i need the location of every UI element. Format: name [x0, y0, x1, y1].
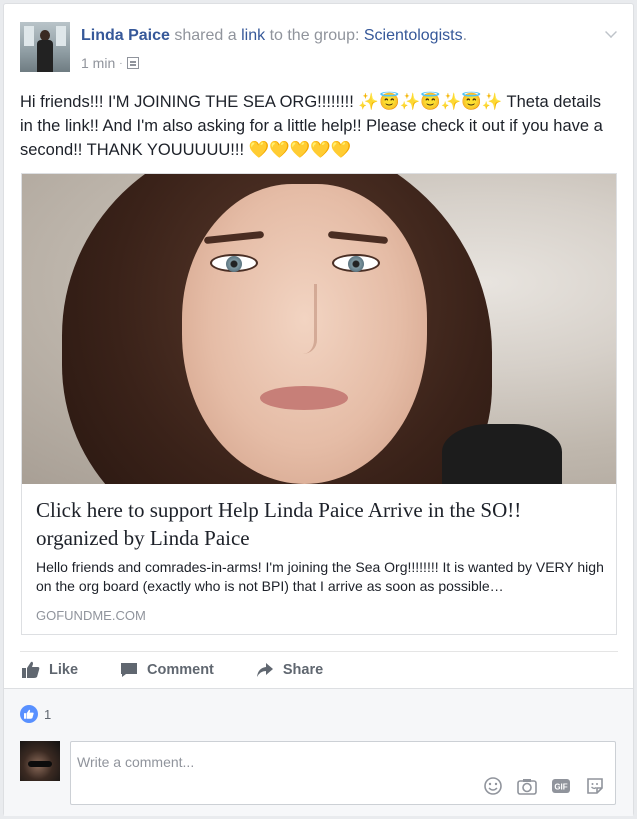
share-arrow-icon	[256, 662, 273, 677]
sticker-icon[interactable]	[585, 776, 605, 796]
post-card: Linda Paice shared a link to the group: …	[3, 3, 634, 816]
shared-text: shared a	[174, 27, 237, 44]
period: .	[462, 27, 468, 44]
link-preview-description: Hello friends and comrades-in-arms! I'm …	[36, 559, 604, 594]
like-button[interactable]: Like	[22, 661, 78, 678]
comment-icon	[121, 662, 138, 677]
chevron-down-icon[interactable]	[605, 26, 617, 38]
like-label: Like	[49, 661, 79, 678]
emoji-icon[interactable]	[483, 776, 503, 796]
post-headline: Linda Paice shared a link to the group: …	[81, 27, 467, 45]
comment-box[interactable]: GIF	[70, 741, 616, 805]
comment-input[interactable]	[71, 742, 615, 772]
meta-dot: ·	[119, 57, 123, 69]
camera-icon[interactable]	[517, 776, 537, 796]
group-name[interactable]: Scientologists	[364, 27, 463, 44]
post-header: Linda Paice shared a link to the group: …	[20, 22, 617, 76]
author-avatar[interactable]	[20, 22, 70, 72]
post-actions: Like Comment Share	[20, 651, 618, 687]
link-preview-title[interactable]: Click here to support Help Linda Paice A…	[36, 496, 606, 552]
reaction-count: 1	[44, 706, 52, 722]
gif-icon[interactable]: GIF	[551, 776, 571, 796]
share-label: Share	[282, 661, 324, 678]
post-meta: 1 min ·	[81, 55, 139, 71]
to-group-text: to the group:	[269, 27, 360, 44]
comment-button[interactable]: Comment	[120, 662, 214, 678]
share-button[interactable]: Share	[256, 662, 323, 678]
post-body: Hi friends!!! I'M JOINING THE SEA ORG!!!…	[20, 93, 603, 159]
post-time[interactable]: 1 min	[81, 55, 115, 71]
thumbs-up-icon	[22, 661, 40, 678]
comment-label: Comment	[147, 661, 214, 678]
group-audience-icon[interactable]	[126, 57, 139, 69]
link-preview-domain: GOFUNDME.COM	[36, 608, 146, 623]
link-preview[interactable]: Click here to support Help Linda Paice A…	[21, 173, 617, 635]
reaction-summary[interactable]: 1	[20, 705, 51, 723]
svg-text:GIF: GIF	[554, 783, 567, 792]
commenter-avatar[interactable]	[20, 741, 60, 781]
comment-tools: GIF	[483, 776, 605, 796]
link-preview-image[interactable]	[22, 174, 616, 484]
like-reaction-icon	[20, 705, 38, 723]
link-word[interactable]: link	[241, 27, 265, 44]
author-name[interactable]: Linda Paice	[81, 27, 170, 44]
comments-area: 1 GIF	[4, 688, 633, 816]
